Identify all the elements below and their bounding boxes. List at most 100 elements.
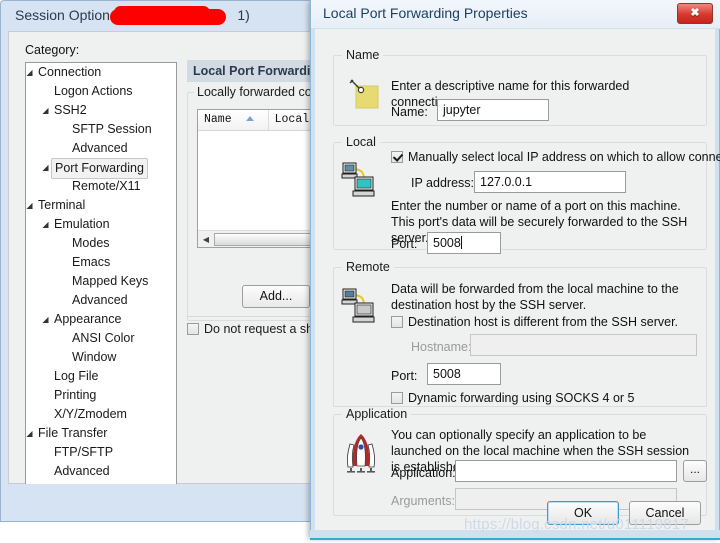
checkbox-checked-icon bbox=[391, 151, 403, 163]
tree-item-label: Appearance bbox=[54, 312, 122, 326]
tree-item-emacs[interactable]: Emacs bbox=[26, 253, 176, 272]
checkbox-icon bbox=[391, 316, 403, 328]
hostname-input[interactable] bbox=[470, 334, 697, 356]
column-header-name-label: Name bbox=[204, 113, 232, 126]
do-not-request-shell-label: Do not request a shell bbox=[204, 322, 326, 336]
tree-expand-arrow-icon[interactable]: ◢ bbox=[40, 215, 51, 234]
tree-item-printing[interactable]: Printing bbox=[26, 386, 176, 405]
tree-item-label: Window bbox=[72, 350, 117, 364]
manual-ip-checkbox[interactable]: Manually select local IP address on whic… bbox=[391, 150, 720, 164]
tree-item-x-y-zmodem[interactable]: X/Y/Zmodem bbox=[26, 405, 176, 424]
tree-item-connection[interactable]: ◢ Connection bbox=[26, 63, 176, 82]
tree-item-port-forwarding[interactable]: ◢ Port Forwarding bbox=[26, 158, 176, 179]
tree-item-label: Advanced bbox=[72, 293, 128, 307]
browse-application-button[interactable]: ... bbox=[683, 460, 707, 482]
tree-item-mapped-keys[interactable]: Mapped Keys bbox=[26, 272, 176, 291]
tree-item-terminal[interactable]: ◢ Terminal bbox=[26, 196, 176, 215]
rocket-icon bbox=[341, 432, 381, 474]
local-port-label: Port: bbox=[391, 237, 418, 251]
session-window-bottom-strip bbox=[8, 484, 334, 496]
manual-ip-checkbox-label: Manually select local IP address on whic… bbox=[408, 150, 720, 164]
application-input[interactable] bbox=[455, 460, 677, 482]
tree-item-label: SSH2 bbox=[54, 103, 87, 117]
scroll-left-icon[interactable]: ◀ bbox=[198, 232, 214, 247]
tree-item-label: Advanced bbox=[72, 141, 128, 155]
tree-expand-arrow-icon[interactable]: ◢ bbox=[26, 63, 35, 82]
destination-host-checkbox[interactable]: Destination host is different from the S… bbox=[391, 315, 678, 329]
remote-port-input[interactable]: 5008 bbox=[427, 363, 501, 385]
dynamic-forwarding-checkbox[interactable]: Dynamic forwarding using SOCKS 4 or 5 bbox=[391, 391, 634, 405]
tree-item-label: Printing bbox=[54, 388, 97, 402]
tree-item-label: ANSI Color bbox=[72, 331, 135, 345]
ip-address-label: IP address: bbox=[411, 176, 475, 190]
category-label: Category: bbox=[25, 43, 80, 57]
session-options-window: Session Options - 1) Category: ◢ Connecti… bbox=[0, 0, 346, 522]
watermark: https://blog.csdn.net/u011119817 bbox=[464, 516, 689, 533]
tree-item-sftp-session[interactable]: SFTP Session bbox=[26, 120, 176, 139]
tree-item-label: Logon Actions bbox=[54, 84, 133, 98]
tree-item-emulation[interactable]: ◢ Emulation bbox=[26, 215, 176, 234]
tree-item-remote-x11[interactable]: Remote/X11 bbox=[26, 177, 176, 196]
destination-host-label: Destination host is different from the S… bbox=[408, 315, 679, 329]
session-options-titlebar: Session Options - 1) bbox=[1, 1, 339, 31]
tree-item-label: Connection bbox=[38, 65, 102, 79]
session-title-suffix: 1) bbox=[237, 7, 250, 23]
ip-address-input[interactable]: 127.0.0.1 bbox=[474, 171, 626, 193]
tree-item-ssh2[interactable]: ◢ SSH2 bbox=[26, 101, 176, 120]
tree-expand-arrow-icon[interactable]: ◢ bbox=[40, 310, 51, 329]
session-options-client: Category: ◢ Connection Logon Actions ◢ SSH2 S… bbox=[8, 31, 346, 486]
tree-expand-arrow-icon[interactable]: ◢ bbox=[40, 101, 51, 120]
scrollbar-thumb[interactable] bbox=[214, 232, 318, 246]
dialog-body: Name Enter a descriptive name for this f… bbox=[315, 29, 720, 529]
tree-item-file-transfer[interactable]: ◢ File Transfer bbox=[26, 424, 176, 443]
tree-item-label: Emulation bbox=[54, 217, 110, 231]
application-group-title: Application bbox=[342, 407, 412, 421]
local-port-forwarding-properties-dialog: Local Port Forwarding Properties ✖ Name bbox=[310, 0, 720, 538]
category-tree[interactable]: ◢ Connection Logon Actions ◢ SSH2 SFTP Sessio… bbox=[25, 62, 177, 486]
tree-item-label: X/Y/Zmodem bbox=[54, 407, 127, 421]
note-pencil-icon bbox=[347, 77, 383, 109]
name-input[interactable]: jupyter bbox=[437, 99, 549, 121]
tree-item-label: Modes bbox=[72, 236, 110, 250]
tree-expand-arrow-icon[interactable]: ◢ bbox=[26, 196, 35, 215]
tree-item-advanced[interactable]: Advanced bbox=[26, 139, 176, 158]
tree-expand-arrow-icon[interactable]: ◢ bbox=[40, 158, 51, 177]
name-group-title: Name bbox=[342, 48, 384, 62]
tree-item-window[interactable]: Window bbox=[26, 348, 176, 367]
local-computers-icon bbox=[341, 161, 381, 201]
close-icon[interactable]: ✖ bbox=[677, 3, 713, 24]
tree-item-label: Advanced bbox=[54, 464, 110, 478]
dialog-bottom-accent bbox=[310, 538, 720, 540]
dialog-titlebar: Local Port Forwarding Properties ✖ bbox=[311, 0, 720, 29]
tree-expand-arrow-icon[interactable]: ◢ bbox=[26, 424, 35, 443]
sort-ascending-icon bbox=[245, 116, 254, 121]
tree-item-label: Port Forwarding bbox=[51, 158, 148, 179]
tree-item-label: Log File bbox=[54, 369, 99, 383]
tree-item-modes[interactable]: Modes bbox=[26, 234, 176, 253]
tree-item-advanced[interactable]: Advanced bbox=[26, 291, 176, 310]
tree-item-ftp-sftp[interactable]: FTP/SFTP bbox=[26, 443, 176, 462]
tree-item-label: SFTP Session bbox=[72, 122, 152, 136]
remote-port-label: Port: bbox=[391, 369, 418, 383]
local-group-title: Local bbox=[342, 135, 380, 149]
tree-item-label: Remote/X11 bbox=[72, 179, 141, 193]
remote-description: Data will be forwarded from the local ma… bbox=[391, 282, 679, 312]
tree-item-advanced[interactable]: Advanced bbox=[26, 462, 176, 481]
hostname-label: Hostname: bbox=[411, 340, 472, 354]
add-button[interactable]: Add... bbox=[242, 285, 310, 308]
tree-item-label: Mapped Keys bbox=[72, 274, 149, 288]
tree-item-log-file[interactable]: Log File bbox=[26, 367, 176, 386]
application-field-label: Application: bbox=[391, 466, 456, 480]
local-port-value: 5008 bbox=[433, 236, 461, 250]
tree-item-appearance[interactable]: ◢ Appearance bbox=[26, 310, 176, 329]
column-header-name[interactable]: Name bbox=[198, 110, 269, 130]
tree-item-label: Emacs bbox=[72, 255, 111, 269]
name-field-label: Name: bbox=[391, 105, 428, 119]
local-port-input[interactable]: 5008 bbox=[427, 232, 501, 254]
tree-item-logon-actions[interactable]: Logon Actions bbox=[26, 82, 176, 101]
checkbox-icon bbox=[187, 323, 199, 335]
tree-item-ansi-color[interactable]: ANSI Color bbox=[26, 329, 176, 348]
do-not-request-shell-checkbox[interactable]: Do not request a shell bbox=[187, 322, 326, 336]
remote-group-title: Remote bbox=[342, 260, 394, 274]
tree-item-label: File Transfer bbox=[38, 426, 108, 440]
